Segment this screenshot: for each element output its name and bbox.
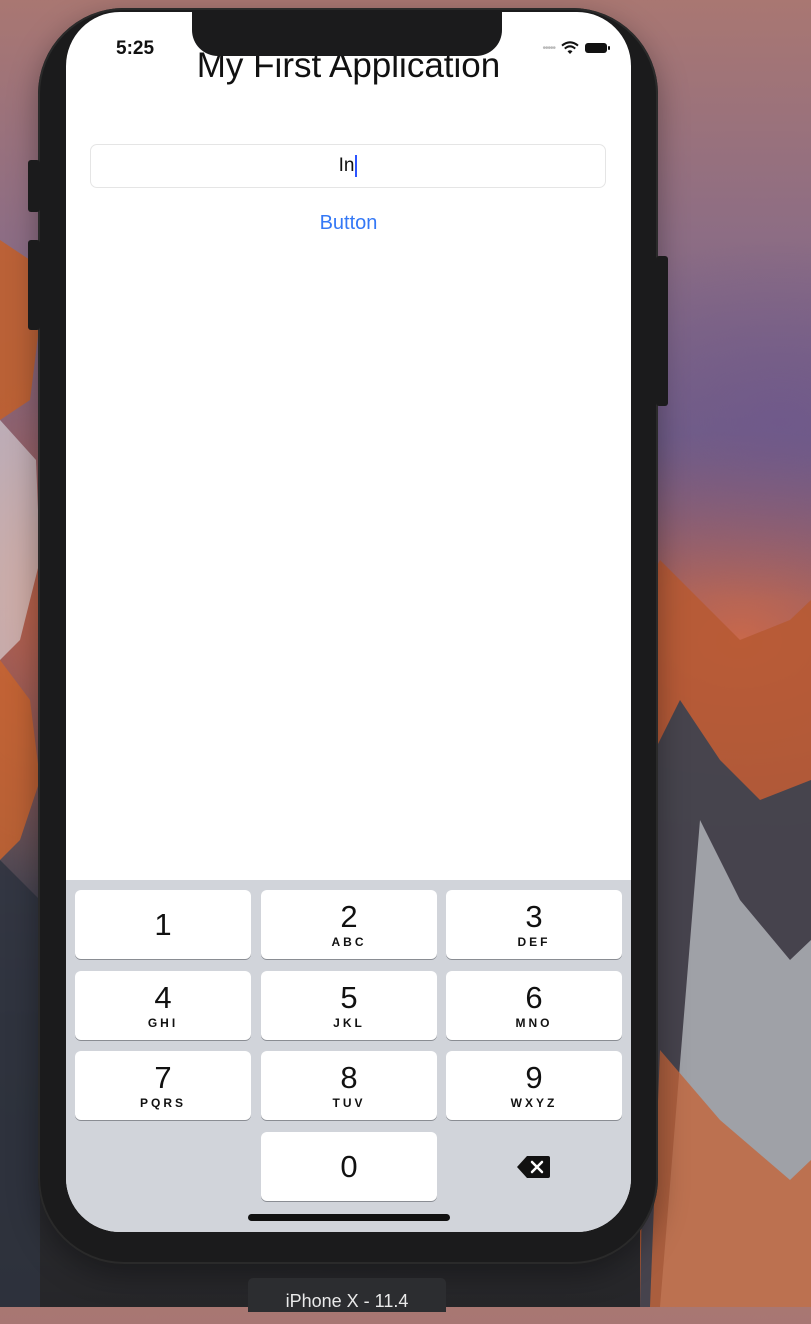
key-letters: JKL bbox=[333, 1015, 365, 1030]
delete-backspace-icon bbox=[517, 1155, 550, 1178]
text-field-value: In bbox=[338, 155, 355, 176]
key-letters: TUV bbox=[332, 1095, 366, 1110]
key-letters: MNO bbox=[515, 1015, 553, 1030]
key-4[interactable]: 4 GHI bbox=[75, 971, 251, 1040]
key-9[interactable]: 9 WXYZ bbox=[446, 1051, 622, 1120]
key-digit: 8 bbox=[340, 1059, 358, 1095]
key-letters: GHI bbox=[147, 1015, 179, 1030]
delete-key[interactable] bbox=[446, 1132, 622, 1201]
number-keypad: 1 2 ABC 3 DEF 4 GHI 5 JKL 6 MNO 7 PQRS 8… bbox=[66, 880, 631, 1232]
key-digit: 5 bbox=[340, 979, 358, 1015]
device-notch bbox=[192, 12, 502, 56]
key-digit: 4 bbox=[154, 979, 172, 1015]
text-cursor bbox=[355, 155, 358, 177]
side-button-left-top bbox=[28, 160, 40, 212]
key-digit: 6 bbox=[525, 979, 543, 1015]
side-button-left-mid bbox=[28, 240, 40, 330]
key-digit: 2 bbox=[340, 898, 358, 934]
key-7[interactable]: 7 PQRS bbox=[75, 1051, 251, 1120]
key-2[interactable]: 2 ABC bbox=[261, 890, 437, 959]
key-digit: 1 bbox=[154, 906, 172, 942]
key-8[interactable]: 8 TUV bbox=[261, 1051, 437, 1120]
app-button[interactable]: Button bbox=[66, 212, 631, 235]
key-letters: DEF bbox=[517, 934, 551, 949]
phone-screen: 5:25 ••••• My First Application In Butto… bbox=[66, 12, 631, 1232]
key-3[interactable]: 3 DEF bbox=[446, 890, 622, 959]
key-digit: 3 bbox=[525, 898, 543, 934]
key-5[interactable]: 5 JKL bbox=[261, 971, 437, 1040]
key-6[interactable]: 6 MNO bbox=[446, 971, 622, 1040]
key-digit: 9 bbox=[525, 1059, 543, 1095]
key-0[interactable]: 0 bbox=[261, 1132, 437, 1201]
key-digit: 0 bbox=[340, 1148, 358, 1184]
key-letters: ABC bbox=[331, 934, 367, 949]
key-letters: PQRS bbox=[139, 1095, 186, 1110]
key-letters: WXYZ bbox=[510, 1095, 558, 1110]
key-1[interactable]: 1 bbox=[75, 890, 251, 959]
number-text-field[interactable]: In bbox=[90, 144, 606, 188]
key-digit: 7 bbox=[154, 1059, 172, 1095]
side-button-right bbox=[656, 256, 668, 406]
home-indicator[interactable] bbox=[248, 1214, 450, 1221]
